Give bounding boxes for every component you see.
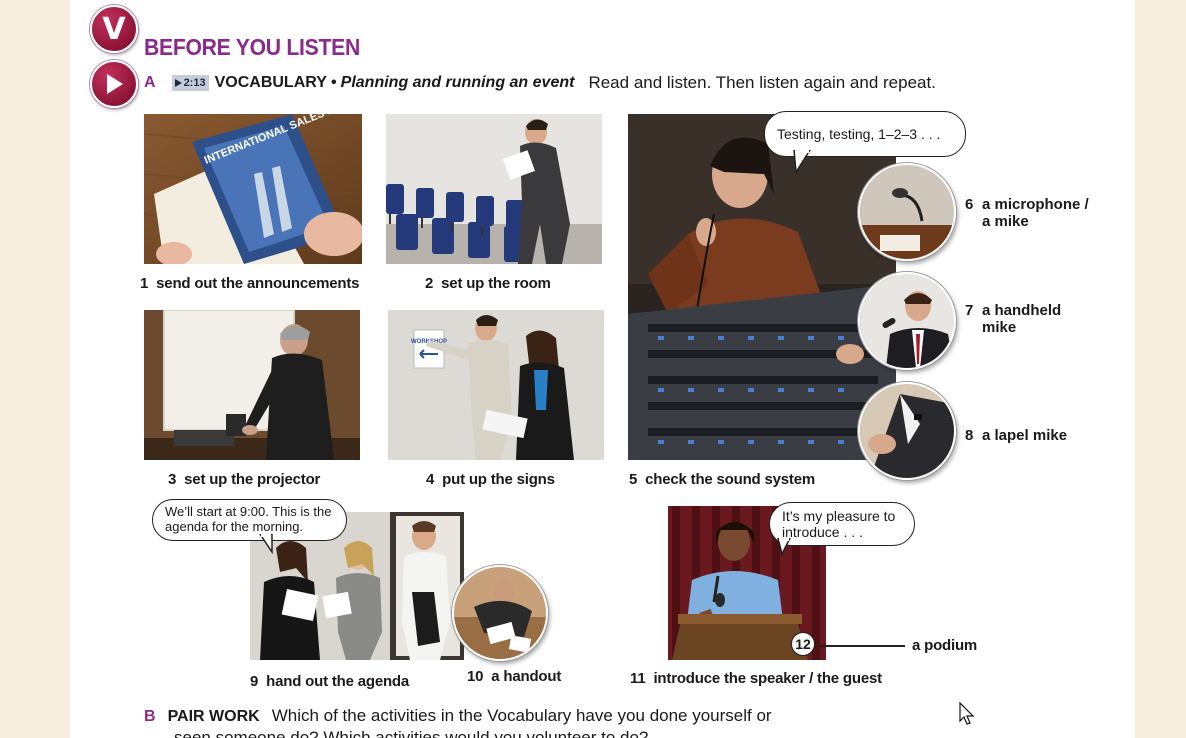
track-play-icon — [174, 79, 182, 87]
speech-bubble-tail — [259, 534, 273, 554]
caption-item-4: 4 put up the signs — [426, 471, 555, 488]
pair-work-label: PAIR WORK — [167, 708, 260, 725]
section-title: BEFORE YOU LISTEN — [144, 34, 360, 60]
textbook-page: V BEFORE YOU LISTEN A 2:13 VOCABULARY • … — [70, 0, 1135, 738]
caption-item-2: 2 set up the room — [425, 275, 551, 292]
photo-projector — [144, 310, 360, 460]
exercise-b-question-cont: seen someone do? Which activities would … — [174, 728, 649, 738]
caption-item-10: 10 a handout — [467, 668, 562, 685]
label-item-6: 6a microphone / a mike — [965, 196, 1089, 230]
speech-bubble-agenda: We’ll start at 9:00. This is the agenda … — [152, 499, 347, 541]
caption-item-3: 3 set up the projector — [168, 471, 321, 488]
exercise-b-letter: B — [144, 708, 156, 725]
photo-room — [386, 114, 602, 264]
callout-line — [820, 645, 905, 647]
exercise-b-line: B PAIR WORK Which of the activities in t… — [144, 706, 772, 726]
speech-bubble-tail — [777, 538, 791, 556]
exercise-a-header: A 2:13 VOCABULARY • Planning and running… — [144, 73, 936, 93]
vocabulary-label: VOCABULARY • — [214, 74, 337, 91]
exercise-instructions: Read and listen. Then listen again and r… — [588, 73, 936, 92]
mouse-cursor-icon — [959, 702, 975, 725]
play-audio-button[interactable] — [90, 60, 138, 108]
caption-item-5: 5 check the sound system — [629, 471, 815, 488]
photo-sound-system — [628, 114, 896, 460]
inset-microphone — [858, 163, 956, 261]
caption-item-9: 9 hand out the agenda — [250, 673, 410, 690]
photo-announcements: INTERNATIONAL SALES MEETING — [144, 114, 362, 264]
inset-handheld-mike — [858, 272, 956, 370]
photo-signs: WORKSHOP — [388, 310, 604, 460]
vocabulary-topic: Planning and running an event — [340, 74, 575, 91]
play-icon — [107, 74, 123, 94]
caption-item-11: 11 introduce the speaker / the guest — [630, 670, 882, 687]
audio-track-button[interactable]: 2:13 — [171, 75, 209, 91]
caption-item-12: a podium — [912, 637, 978, 654]
exercise-letter: A — [144, 74, 156, 91]
exercise-b-question: Which of the activities in the Vocabular… — [271, 706, 772, 725]
caption-item-1: 1 send out the announcements — [140, 275, 360, 292]
inset-handout — [452, 565, 548, 661]
speech-bubble-tail — [793, 150, 811, 174]
callout-number-12: 12 — [791, 632, 815, 656]
label-item-7: 7a handheld mike — [965, 302, 1062, 336]
label-item-8: 8a lapel mike — [965, 427, 1068, 444]
inset-lapel-mike — [858, 382, 956, 480]
unit-badge: V — [90, 5, 138, 53]
